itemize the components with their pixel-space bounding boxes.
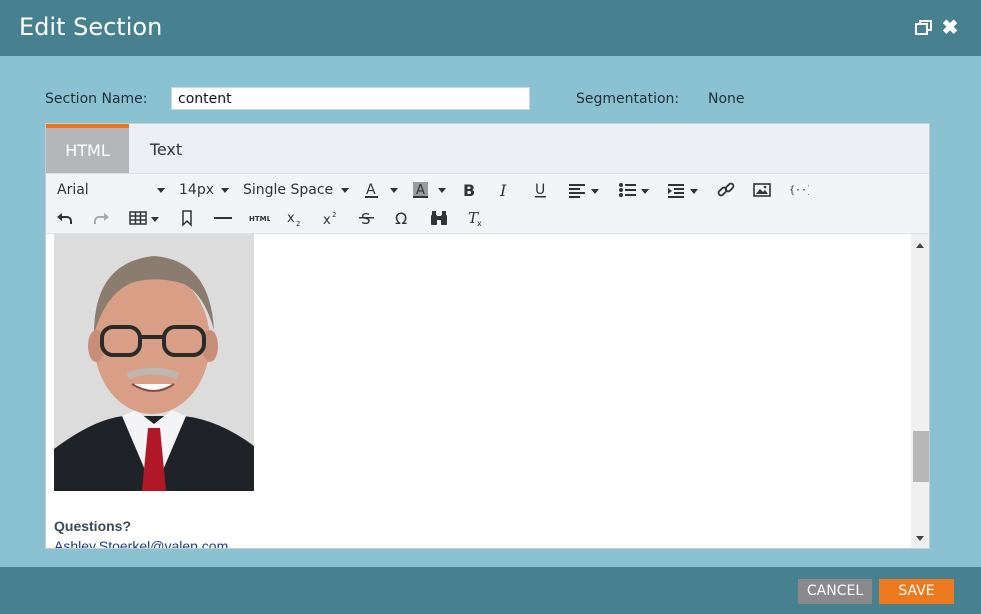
font-family-value: Arial [57,182,89,198]
svg-text:A: A [366,182,376,198]
line-spacing-value: Single Space [243,182,334,198]
superscript-icon[interactable]: x2 [320,207,342,229]
font-size-value: 14px [179,182,214,198]
strikethrough-icon[interactable]: S [356,207,378,229]
special-character-icon[interactable]: Ω [392,207,414,229]
align-icon[interactable] [567,179,603,201]
tab-text[interactable]: Text [129,124,203,173]
svg-text:U: U [535,182,545,198]
restore-window-icon[interactable] [914,18,934,38]
dialog-titlebar: Edit Section ✖ [0,0,981,56]
editor-tabs: HTML Text [46,124,929,173]
editor-content-area[interactable]: Questions? Ashley.Stoerkel@valen.com [46,234,911,548]
editor-toolbar: Arial 14px Single Space A A B I U {·· HT… [46,173,929,234]
horizontal-rule-icon[interactable] [212,207,234,229]
bookmark-icon[interactable] [176,207,198,229]
svg-text:S: S [361,210,371,228]
scroll-up-icon[interactable] [916,243,924,248]
svg-text:2: 2 [296,220,300,228]
svg-text:A: A [416,183,425,198]
svg-text:2: 2 [332,211,336,219]
close-icon[interactable]: ✖ [940,18,960,38]
find-binoculars-icon[interactable] [428,207,450,229]
underline-icon[interactable]: U [530,179,552,201]
html-source-icon[interactable]: HTML [248,207,272,229]
font-family-select[interactable]: Arial [57,179,165,201]
contact-email-link[interactable]: Ashley.Stoerkel@valen.com [54,538,228,548]
line-spacing-select[interactable]: Single Space [243,179,353,201]
svg-text:x: x [477,219,482,228]
scrollbar-thumb[interactable] [913,431,929,482]
svg-text:Ω: Ω [395,209,407,228]
tab-html[interactable]: HTML [46,124,129,173]
undo-icon[interactable] [54,207,76,229]
font-size-select[interactable]: 14px [179,179,229,201]
redo-icon[interactable] [90,207,112,229]
link-icon[interactable] [715,179,737,201]
token-icon[interactable]: {··} [787,179,813,201]
background-color-icon[interactable]: A [412,179,452,201]
bold-icon[interactable]: B [458,179,480,201]
editor-scrollbar[interactable] [911,234,929,548]
indent-icon[interactable] [666,179,702,201]
svg-text:HTML: HTML [249,215,270,223]
scroll-down-icon[interactable] [916,536,924,541]
svg-text:I: I [499,181,507,200]
rich-text-editor: HTML Text Arial 14px Single Space A A B … [45,123,930,549]
portrait-image[interactable] [54,234,254,491]
clear-formatting-icon[interactable]: Tx [464,207,486,229]
svg-text:x: x [287,211,295,226]
section-name-label: Section Name: [45,91,148,107]
svg-text:{··}: {··} [789,185,809,196]
table-icon[interactable] [127,207,163,229]
image-icon[interactable] [751,179,773,201]
text-color-icon[interactable]: A [363,179,403,201]
bullet-list-icon[interactable] [617,179,653,201]
dialog-footer: CANCEL SAVE [0,567,981,614]
svg-text:x: x [323,213,331,228]
subscript-icon[interactable]: x2 [284,207,306,229]
save-button[interactable]: SAVE [879,579,954,604]
italic-icon[interactable]: I [494,179,516,201]
chevron-down-icon [341,188,349,193]
dialog-title: Edit Section [19,13,163,41]
section-name-input[interactable] [171,87,530,110]
chevron-down-icon [221,188,229,193]
chevron-down-icon [157,188,165,193]
questions-heading: Questions? [54,518,132,534]
segmentation-value[interactable]: None [708,91,745,107]
segmentation-label: Segmentation: [576,91,680,107]
cancel-button[interactable]: CANCEL [798,579,872,604]
svg-text:B: B [463,181,475,200]
